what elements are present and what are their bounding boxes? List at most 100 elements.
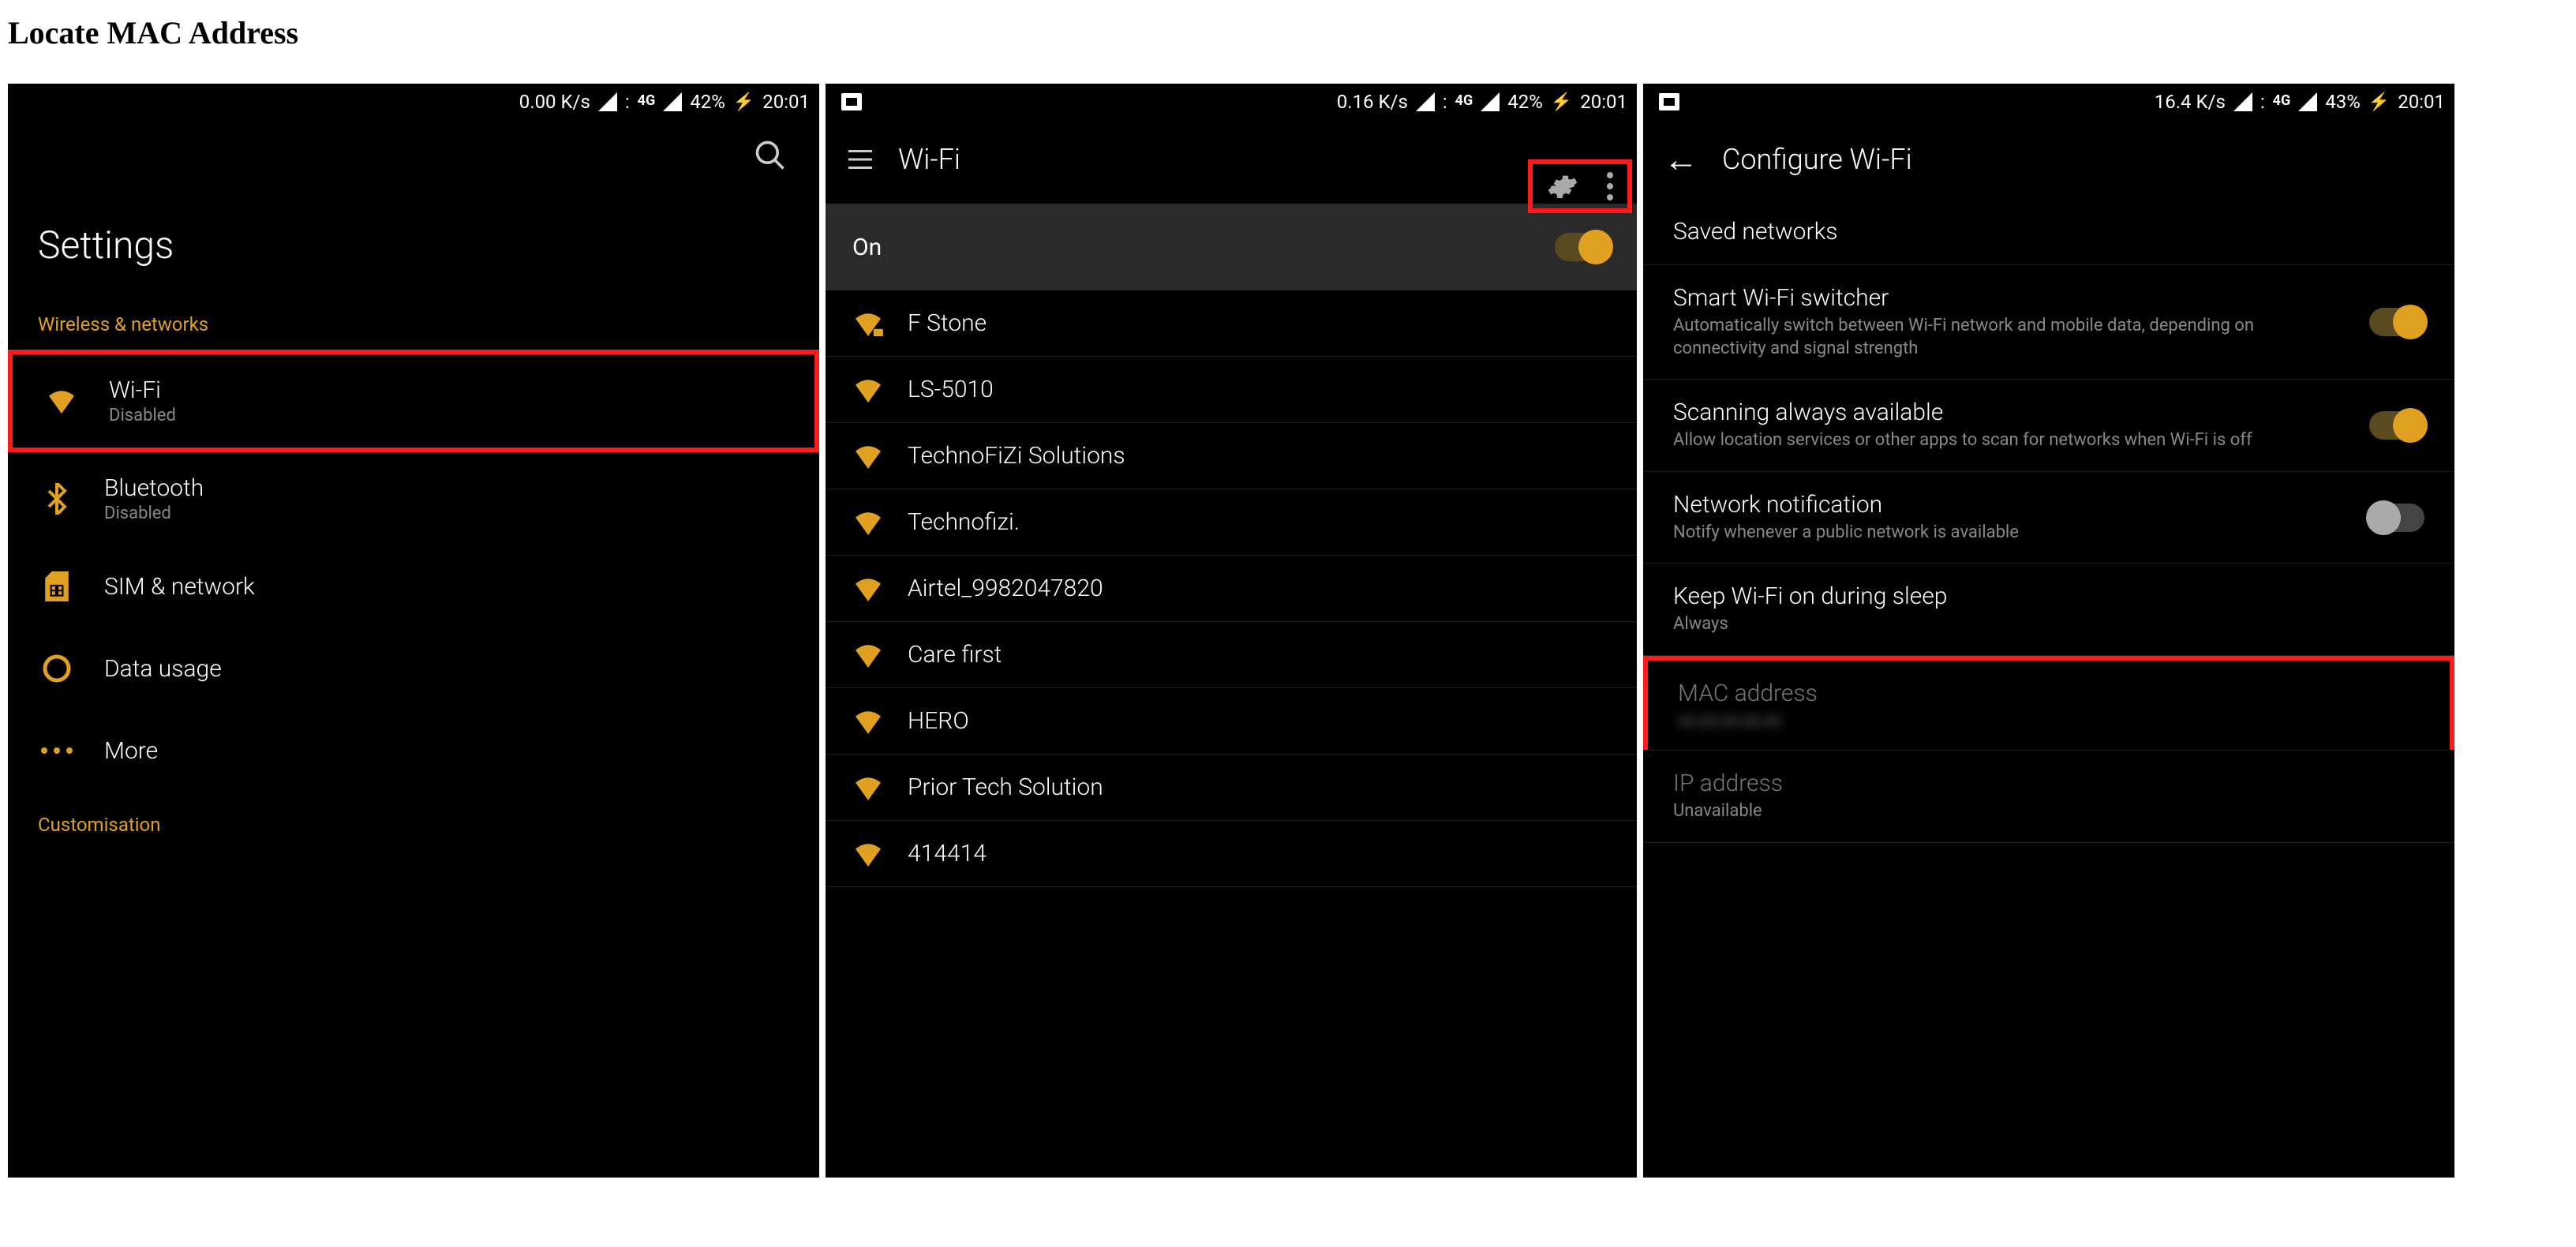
setting-row-sim[interactable]: SIM & network <box>8 545 819 627</box>
status-battery: 42% <box>1507 91 1543 113</box>
section-wireless: Wireless & networks <box>8 291 819 350</box>
charging-icon: ⚡ <box>733 92 754 112</box>
conf-title: MAC address <box>1678 680 2420 707</box>
wifi-secure-icon <box>852 377 884 403</box>
setting-row-bluetooth[interactable]: Bluetooth Disabled <box>8 452 819 545</box>
signal-icon <box>2233 92 2252 111</box>
status-colon: : <box>1443 91 1447 113</box>
charging-icon: ⚡ <box>2368 92 2390 112</box>
setting-label: Data usage <box>104 655 222 683</box>
sim-icon <box>45 571 69 601</box>
signal-icon-2 <box>1481 92 1500 111</box>
conf-title: Network notification <box>1673 491 2369 519</box>
wifi-secure-icon <box>852 709 884 734</box>
overflow-menu-icon[interactable] <box>1607 172 1613 200</box>
configure-title: Configure Wi-Fi <box>1722 143 1912 176</box>
status-net: 4G <box>2273 92 2291 109</box>
toggle-scanning[interactable] <box>2369 411 2424 440</box>
status-colon: : <box>625 91 630 113</box>
setting-row-more[interactable]: More <box>8 710 819 792</box>
toggle-net-notif[interactable] <box>2369 504 2424 532</box>
network-row[interactable]: HERO <box>826 688 1637 755</box>
signal-icon <box>598 92 617 111</box>
network-row[interactable]: TechnoFiZi Solutions <box>826 423 1637 489</box>
network-row[interactable]: LS-5010 <box>826 357 1637 423</box>
conf-sub: Unavailable <box>1673 800 2273 823</box>
setting-sub: Disabled <box>109 406 176 425</box>
back-icon[interactable]: ← <box>1664 139 1698 180</box>
conf-title: Smart Wi-Fi switcher <box>1673 284 2369 312</box>
status-bar: 0.16 K/s : 4G 42% ⚡ 20:01 <box>826 84 1637 120</box>
wifi-on-label: On <box>852 234 882 261</box>
settings-title: Settings <box>8 191 819 291</box>
more-icon <box>41 747 73 754</box>
network-row[interactable]: 414414 <box>826 821 1637 887</box>
conf-sub: Automatically switch between Wi-Fi netwo… <box>1673 315 2273 360</box>
charging-icon: ⚡ <box>1551 92 1572 112</box>
network-row[interactable]: Prior Tech Solution <box>826 755 1637 821</box>
conf-row-keep-on[interactable]: Keep Wi-Fi on during sleep Always <box>1643 564 2454 656</box>
network-name: Airtel_9982047820 <box>908 575 1103 602</box>
conf-row-ip: IP address Unavailable <box>1643 751 2454 843</box>
screenshot-icon <box>841 93 862 110</box>
wifi-secure-icon <box>852 311 884 336</box>
status-bar: 16.4 K/s : 4G 43% ⚡ 20:01 <box>1643 84 2454 120</box>
status-speed: 16.4 K/s <box>2155 91 2226 113</box>
bluetooth-icon <box>46 483 68 515</box>
status-bar: 0.00 K/s : 4G 42% ⚡ 20:01 <box>8 84 819 120</box>
network-row[interactable]: F Stone <box>826 290 1637 357</box>
wifi-title: Wi-Fi <box>898 143 1613 176</box>
setting-label: SIM & network <box>104 573 255 601</box>
wifi-secure-icon <box>852 642 884 668</box>
wifi-secure-icon <box>852 444 884 469</box>
conf-row-mac: MAC address 00:00:00:00:00 <box>1643 656 2454 750</box>
hamburger-icon[interactable] <box>846 145 874 174</box>
status-colon: : <box>2260 91 2265 113</box>
phone-2-wifi-list: 0.16 K/s : 4G 42% ⚡ 20:01 Wi-Fi On <box>826 84 1637 1178</box>
page-heading: Locate MAC Address <box>8 14 298 51</box>
setting-row-wifi[interactable]: Wi-Fi Disabled <box>8 350 819 452</box>
network-name: F Stone <box>908 309 987 337</box>
status-net: 4G <box>1455 92 1473 109</box>
conf-sub: Always <box>1673 613 2273 636</box>
status-speed: 0.16 K/s <box>1337 91 1408 113</box>
conf-row-saved[interactable]: Saved networks <box>1643 199 2454 265</box>
status-battery: 42% <box>690 91 725 113</box>
conf-sub: Allow location services or other apps to… <box>1673 429 2273 452</box>
toggle-smart-switcher[interactable] <box>2369 308 2424 336</box>
network-name: Technofizi. <box>908 508 1020 536</box>
conf-row-smart-switcher[interactable]: Smart Wi-Fi switcher Automatically switc… <box>1643 265 2454 380</box>
signal-icon-2 <box>2298 92 2317 111</box>
conf-row-net-notif[interactable]: Network notification Notify whenever a p… <box>1643 472 2454 564</box>
status-time: 20:01 <box>762 91 810 113</box>
status-net: 4G <box>638 92 656 109</box>
signal-icon-2 <box>663 92 682 111</box>
conf-sub: Notify whenever a public network is avai… <box>1673 522 2273 545</box>
status-speed: 0.00 K/s <box>519 91 590 113</box>
network-name: 414414 <box>908 840 987 867</box>
conf-row-scanning[interactable]: Scanning always available Allow location… <box>1643 380 2454 472</box>
setting-row-data[interactable]: Data usage <box>8 627 819 710</box>
status-time: 20:01 <box>1580 91 1627 113</box>
setting-label: Wi-Fi <box>109 376 176 404</box>
section-customisation: Customisation <box>8 792 819 850</box>
network-name: HERO <box>908 707 969 735</box>
conf-title: IP address <box>1673 770 2424 797</box>
network-row[interactable]: Technofizi. <box>826 489 1637 556</box>
conf-title: Keep Wi-Fi on during sleep <box>1673 582 2424 610</box>
gear-icon[interactable] <box>1547 170 1578 202</box>
wifi-secure-icon <box>852 841 884 867</box>
network-row[interactable]: Care first <box>826 622 1637 688</box>
wifi-toggle[interactable] <box>1555 233 1610 261</box>
wifi-toggle-row[interactable]: On <box>826 204 1637 290</box>
network-name: Care first <box>908 641 1002 668</box>
network-row[interactable]: Airtel_9982047820 <box>826 556 1637 622</box>
network-name: Prior Tech Solution <box>908 773 1103 801</box>
setting-label: More <box>104 737 158 765</box>
wifi-secure-icon <box>852 510 884 535</box>
phone-3-configure-wifi: 16.4 K/s : 4G 43% ⚡ 20:01 ← Configure Wi… <box>1643 84 2454 1178</box>
search-icon[interactable] <box>753 138 788 173</box>
status-time: 20:01 <box>2398 91 2445 113</box>
phone-1-settings: 0.00 K/s : 4G 42% ⚡ 20:01 Settings Wirel… <box>8 84 819 1178</box>
setting-label: Bluetooth <box>104 474 204 502</box>
